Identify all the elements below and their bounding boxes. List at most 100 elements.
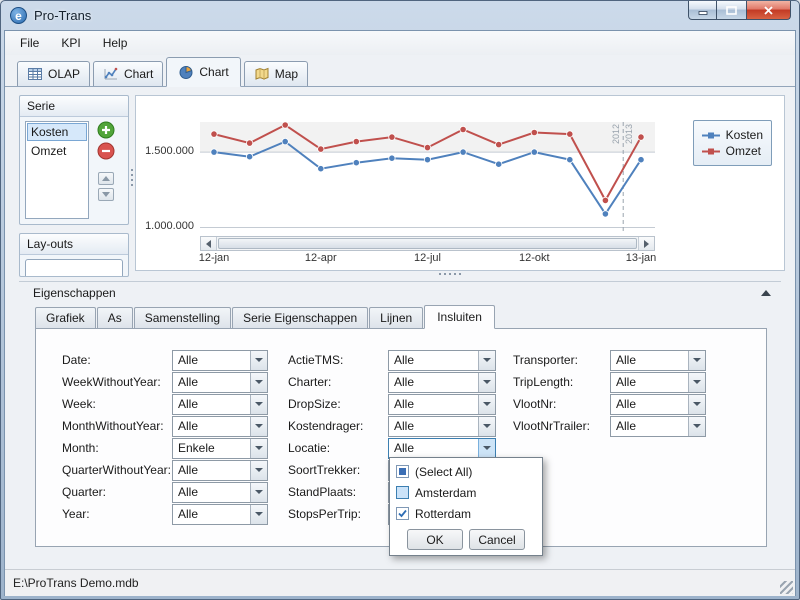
plus-icon [97, 121, 115, 139]
close-button[interactable] [746, 1, 791, 20]
properties-header: Eigenschappen [19, 282, 781, 302]
props-tab-serie-eigenschappen[interactable]: Serie Eigenschappen [232, 307, 368, 328]
combo-locatie[interactable]: Alle [388, 438, 496, 459]
checkbox-icon[interactable] [396, 507, 409, 520]
checkbox-icon[interactable] [396, 486, 409, 499]
props-tab-grafiek[interactable]: Grafiek [35, 307, 96, 328]
chevron-down-icon[interactable] [478, 351, 495, 370]
props-tab-insluiten[interactable]: Insluiten [424, 305, 495, 329]
combo-transporter[interactable]: Alle [610, 350, 706, 371]
dropdown-buttons: OK Cancel [390, 529, 542, 550]
filter-column-3: Transporter:AlleTripLength:AlleVlootNr:A… [513, 349, 706, 437]
filter-label-soorttrekker: SoortTrekker: [288, 463, 388, 477]
add-serie-button[interactable] [97, 121, 115, 139]
scrollbar-thumb[interactable] [218, 238, 637, 249]
tab-olap[interactable]: OLAP [17, 61, 90, 86]
collapse-panel-button[interactable] [757, 286, 775, 300]
chevron-down-icon[interactable] [250, 417, 267, 436]
menu-item-file[interactable]: File [9, 32, 50, 54]
combo-value: Alle [173, 419, 250, 433]
filter-label-week: Week: [62, 397, 172, 411]
filter-label-locatie: Locatie: [288, 441, 388, 455]
dropdown-item-list: (Select All)AmsterdamRotterdam [390, 461, 542, 524]
chevron-down-icon[interactable] [250, 439, 267, 458]
scrollbar-track[interactable] [217, 237, 638, 250]
vertical-splitter-handle[interactable] [131, 169, 133, 171]
combo-monthwithoutyear[interactable]: Alle [172, 416, 268, 437]
move-down-button[interactable] [98, 188, 114, 201]
chevron-down-icon[interactable] [688, 351, 705, 370]
chevron-down-icon[interactable] [478, 439, 495, 458]
serie-item-omzet[interactable]: Omzet [27, 142, 87, 160]
maximize-button[interactable] [717, 1, 746, 20]
status-text: E:\ProTrans Demo.mdb [13, 576, 139, 590]
filter-row-week: Week:Alle [62, 393, 268, 415]
combo-vlootnrtrailer[interactable]: Alle [610, 416, 706, 437]
chevron-down-icon[interactable] [688, 395, 705, 414]
remove-serie-button[interactable] [97, 142, 115, 160]
scroll-right-button[interactable] [638, 237, 654, 250]
filter-row-kostendrager: Kostendrager:Alle [288, 415, 496, 437]
resize-grip[interactable] [780, 581, 793, 594]
title-bar[interactable]: e Pro-Trans [1, 1, 799, 30]
chevron-down-icon[interactable] [250, 351, 267, 370]
filter-label-year: Year: [62, 507, 172, 521]
chevron-down-icon[interactable] [250, 395, 267, 414]
combo-quarter[interactable]: Alle [172, 482, 268, 503]
combo-value: Alle [389, 419, 478, 433]
horizontal-splitter-handle[interactable] [439, 273, 441, 275]
tab-chart-line[interactable]: Chart [93, 61, 163, 86]
props-tab-as[interactable]: As [97, 307, 133, 328]
dropdown-item-select-all[interactable]: (Select All) [390, 461, 542, 482]
layouts-panel: Lay-outs [19, 233, 129, 277]
move-up-button[interactable] [98, 172, 114, 185]
chevron-down-icon[interactable] [250, 483, 267, 502]
dropdown-ok-button[interactable]: OK [407, 529, 463, 550]
chevron-down-icon[interactable] [478, 373, 495, 392]
chevron-down-icon[interactable] [250, 461, 267, 480]
dropdown-cancel-button[interactable]: Cancel [469, 529, 525, 550]
chevron-down-icon[interactable] [250, 373, 267, 392]
combo-year[interactable]: Alle [172, 504, 268, 525]
props-tab-lijnen[interactable]: Lijnen [369, 307, 423, 328]
dropdown-item-amsterdam[interactable]: Amsterdam [390, 482, 542, 503]
combo-date[interactable]: Alle [172, 350, 268, 371]
chevron-down-icon[interactable] [688, 417, 705, 436]
combo-quarterwithoutyear[interactable]: Alle [172, 460, 268, 481]
combo-charter[interactable]: Alle [388, 372, 496, 393]
filter-label-vlootnr: VlootNr: [513, 397, 610, 411]
minimize-button[interactable] [688, 1, 717, 20]
chevron-down-icon[interactable] [478, 417, 495, 436]
layouts-list[interactable] [25, 259, 123, 277]
chevron-down-icon[interactable] [478, 395, 495, 414]
serie-list[interactable]: KostenOmzet [25, 121, 89, 219]
properties-title: Eigenschappen [33, 286, 116, 300]
combo-vlootnr[interactable]: Alle [610, 394, 706, 415]
chart-scrollbar[interactable] [200, 236, 655, 251]
combo-week[interactable]: Alle [172, 394, 268, 415]
chevron-down-icon[interactable] [688, 373, 705, 392]
menu-item-kpi[interactable]: KPI [50, 32, 91, 54]
combo-triplength[interactable]: Alle [610, 372, 706, 393]
props-tab-samenstelling[interactable]: Samenstelling [134, 307, 231, 328]
filter-row-year: Year:Alle [62, 503, 268, 525]
tab-map[interactable]: Map [244, 61, 308, 86]
filter-row-vlootnr: VlootNr:Alle [513, 393, 706, 415]
checkbox-icon[interactable] [396, 465, 409, 478]
combo-dropsize[interactable]: Alle [388, 394, 496, 415]
combo-actietms[interactable]: Alle [388, 350, 496, 371]
combo-weekwithoutyear[interactable]: Alle [172, 372, 268, 393]
serie-item-kosten[interactable]: Kosten [27, 123, 87, 141]
combo-value: Alle [173, 397, 250, 411]
menu-bar: FileKPIHelp [5, 31, 795, 55]
combo-month[interactable]: Enkele [172, 438, 268, 459]
minimize-icon [698, 6, 708, 15]
chevron-down-icon[interactable] [250, 505, 267, 524]
filter-row-month: Month:Enkele [62, 437, 268, 459]
menu-item-help[interactable]: Help [92, 32, 139, 54]
scroll-left-button[interactable] [201, 237, 217, 250]
dropdown-item-rotterdam[interactable]: Rotterdam [390, 503, 542, 524]
client-area: FileKPIHelp OLAPChartChartMap Serie Kost… [4, 30, 796, 596]
tab-chart-pie[interactable]: Chart [166, 57, 240, 87]
combo-kostendrager[interactable]: Alle [388, 416, 496, 437]
